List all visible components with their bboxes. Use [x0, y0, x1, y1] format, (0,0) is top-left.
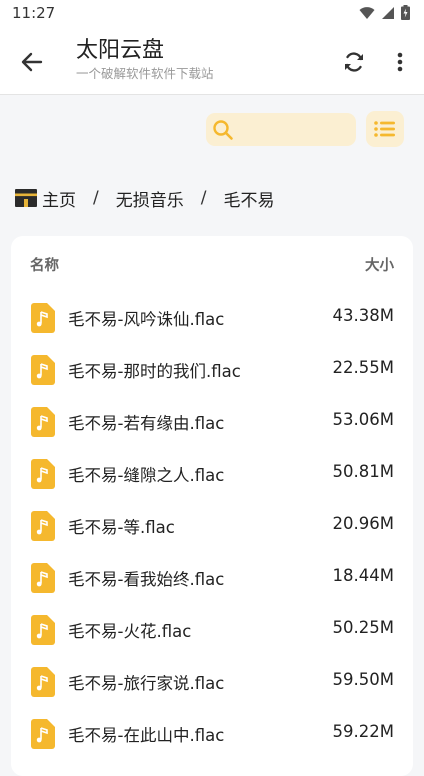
- file-row[interactable]: 毛不易-缝隙之人.flac 50.81M: [11, 446, 413, 498]
- file-size: 22.55M: [332, 358, 394, 377]
- music-file-icon: [31, 511, 55, 541]
- music-file-icon: [31, 667, 55, 697]
- app-bar: 太阳云盘 一个破解软件软件下载站: [0, 28, 424, 95]
- breadcrumb-item-lossless-music[interactable]: 无损音乐: [116, 186, 184, 211]
- search-input[interactable]: [238, 117, 354, 144]
- file-row[interactable]: 毛不易-风吟诛仙.flac 43.38M: [11, 290, 413, 342]
- battery-icon: [401, 5, 410, 20]
- file-row[interactable]: 毛不易-在此山中.flac 59.22M: [11, 706, 413, 758]
- file-row[interactable]: 毛不易-看我始终.flac 18.44M: [11, 550, 413, 602]
- file-row[interactable]: 毛不易-若有缘由.flac 53.06M: [11, 394, 413, 446]
- title-block: 太阳云盘 一个破解软件软件下载站: [76, 36, 214, 82]
- app-subtitle: 一个破解软件软件下载站: [76, 66, 214, 81]
- arrow-left-icon: [21, 52, 43, 72]
- file-size: 59.22M: [332, 722, 394, 741]
- search-box[interactable]: [206, 113, 356, 146]
- file-row[interactable]: 毛不易-火花.flac 50.25M: [11, 602, 413, 654]
- file-name: 毛不易-火花.flac: [68, 622, 192, 641]
- more-options-button[interactable]: [382, 44, 418, 80]
- status-bar: 11:27: [0, 0, 424, 28]
- file-row[interactable]: 毛不易-旅行家说.flac 59.50M: [11, 654, 413, 706]
- file-name: 毛不易-在此山中.flac: [68, 726, 225, 745]
- file-list-card: 名称 大小 毛不易-风吟诛仙.flac 43.38M 毛不易-那时的我们.fla…: [11, 236, 413, 776]
- status-icons: [359, 5, 410, 20]
- music-file-icon: [31, 563, 55, 593]
- status-time: 11:27: [12, 4, 56, 22]
- file-size: 20.96M: [332, 514, 394, 533]
- file-name: 毛不易-看我始终.flac: [68, 570, 225, 589]
- breadcrumb-separator: /: [200, 188, 207, 208]
- music-file-icon: [31, 407, 55, 437]
- breadcrumb-item-current-folder[interactable]: 毛不易: [223, 186, 274, 211]
- kaaba-home-icon: [14, 187, 38, 209]
- file-name: 毛不易-旅行家说.flac: [68, 674, 225, 693]
- music-file-icon: [31, 459, 55, 489]
- music-file-icon: [31, 355, 55, 385]
- music-file-icon: [31, 719, 55, 749]
- file-name: 毛不易-缝隙之人.flac: [68, 466, 225, 485]
- file-size: 50.25M: [332, 618, 394, 637]
- breadcrumb-separator: /: [93, 188, 99, 208]
- search-icon: [213, 120, 233, 140]
- file-name: 毛不易-风吟诛仙.flac: [68, 310, 225, 329]
- file-size: 50.81M: [332, 462, 394, 481]
- more-vertical-icon: [397, 52, 403, 72]
- file-list-header: 名称 大小: [11, 254, 413, 278]
- file-row[interactable]: 毛不易-等.flac 20.96M: [11, 498, 413, 550]
- list-view-button[interactable]: [366, 111, 404, 147]
- music-file-icon: [31, 615, 55, 645]
- file-row[interactable]: 毛不易-那时的我们.flac 22.55M: [11, 342, 413, 394]
- column-header-size[interactable]: 大小: [365, 254, 394, 275]
- cellular-signal-icon: [382, 6, 394, 19]
- app-title: 太阳云盘: [76, 38, 165, 63]
- list-icon: [374, 121, 395, 137]
- file-size: 53.06M: [332, 410, 394, 429]
- music-file-icon: [31, 303, 55, 333]
- refresh-button[interactable]: [336, 44, 372, 80]
- file-name: 毛不易-那时的我们.flac: [68, 362, 241, 381]
- back-button[interactable]: [14, 44, 50, 80]
- file-size: 43.38M: [332, 306, 394, 325]
- refresh-icon: [345, 52, 363, 72]
- breadcrumb-item-home[interactable]: 主页: [42, 186, 76, 211]
- file-size: 18.44M: [332, 566, 394, 585]
- column-header-name[interactable]: 名称: [30, 254, 59, 275]
- wifi-icon: [359, 6, 375, 19]
- breadcrumb: 主页 / 无损音乐 / 毛不易: [14, 184, 274, 212]
- file-size: 59.50M: [332, 670, 394, 689]
- file-name: 毛不易-等.flac: [68, 518, 175, 537]
- file-name: 毛不易-若有缘由.flac: [68, 414, 225, 433]
